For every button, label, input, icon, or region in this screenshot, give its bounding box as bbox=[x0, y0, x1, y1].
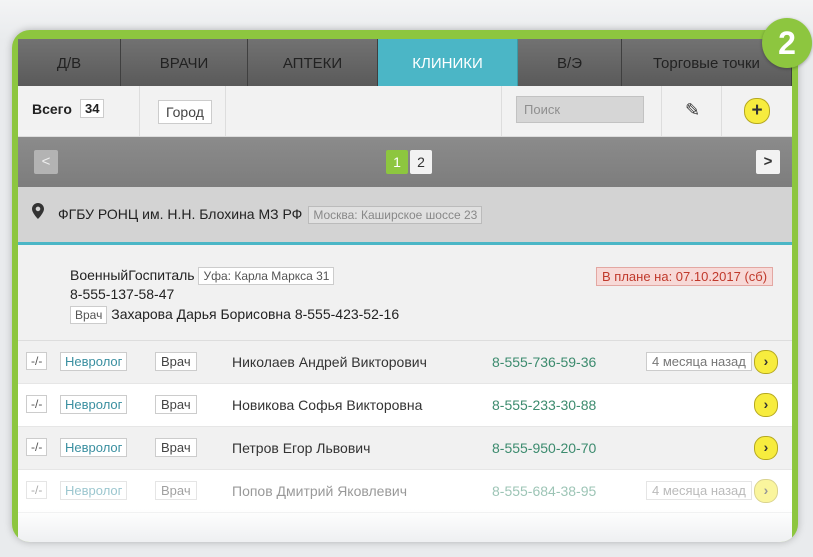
pencil-icon[interactable]: ✎ bbox=[685, 100, 700, 121]
pager: < 1 2 > bbox=[18, 137, 792, 187]
chevron-right-icon[interactable]: › bbox=[754, 479, 778, 503]
table-row[interactable]: -/- Невролог Врач Попов Дмитрий Яковлеви… bbox=[18, 470, 792, 513]
row-status: -/- bbox=[26, 438, 48, 456]
row-phone: 8-555-233-30-88 bbox=[492, 397, 597, 413]
row-phone: 8-555-736-59-36 bbox=[492, 354, 597, 370]
search-cell bbox=[502, 86, 662, 136]
row-name: Николаев Андрей Викторович bbox=[232, 354, 427, 370]
total-label: Всего bbox=[32, 101, 72, 117]
row-status: -/- bbox=[26, 395, 48, 413]
row-specialty: Невролог bbox=[60, 395, 128, 414]
clinic-header[interactable]: ФГБУ РОНЦ им. Н.Н. Блохина МЗ РФ Москва: … bbox=[18, 187, 792, 245]
row-name: Петров Егор Львович bbox=[232, 440, 371, 456]
city-cell: Город bbox=[140, 86, 226, 136]
page-1-button[interactable]: 1 bbox=[386, 150, 408, 174]
doctor-text: Захарова Дарья Борисовна 8-555-423-52-16 bbox=[111, 306, 400, 322]
row-name: Новикова Софья Викторовна bbox=[232, 397, 423, 413]
row-last-visit: 4 месяца назад bbox=[646, 481, 752, 500]
prev-page-button[interactable]: < bbox=[34, 150, 58, 174]
tab-ve[interactable]: В/Э bbox=[518, 39, 622, 86]
total-count: 34 bbox=[80, 99, 105, 118]
row-name: Попов Дмитрий Яковлевич bbox=[232, 483, 407, 499]
map-pin-icon bbox=[32, 203, 44, 219]
table-row[interactable]: -/- Невролог Врач Новикова Софья Викторо… bbox=[18, 384, 792, 427]
clinic-address: Москва: Каширское шоссе 23 bbox=[308, 206, 483, 224]
row-last-visit: 4 месяца назад bbox=[646, 352, 752, 371]
tab-doctors[interactable]: ВРАЧИ bbox=[121, 39, 248, 86]
row-phone: 8-555-950-20-70 bbox=[492, 440, 597, 456]
row-specialty: Невролог bbox=[60, 352, 128, 371]
sub-clinic-name: ВоенныйГоспиталь Уфа: Карла Маркса 31 bbox=[70, 267, 335, 285]
step-badge: 2 bbox=[762, 18, 812, 68]
sub-clinic-address: Уфа: Карла Маркса 31 bbox=[198, 267, 335, 285]
toolbar: Всего 34 Город ✎ + bbox=[18, 86, 792, 137]
sub-clinic-phone: 8-555-137-58-47 bbox=[70, 286, 175, 302]
sub-clinic-name-text: ВоенныйГоспиталь bbox=[70, 267, 195, 283]
toolbar-spacer bbox=[226, 86, 502, 136]
tab-pharmacies[interactable]: АПТЕКИ bbox=[248, 39, 378, 86]
edit-cell: ✎ bbox=[662, 86, 722, 136]
plan-badge: В плане на: 07.10.2017 (сб) bbox=[596, 267, 774, 286]
row-role: Врач bbox=[155, 395, 197, 414]
tab-dv[interactable]: Д/В bbox=[18, 39, 121, 86]
app-card: Д/В ВРАЧИ АПТЕКИ КЛИНИКИ В/Э Торговые то… bbox=[12, 30, 798, 542]
clinic-name: ФГБУ РОНЦ им. Н.Н. Блохина МЗ РФ Москва: … bbox=[58, 206, 483, 224]
tab-bar: Д/В ВРАЧИ АПТЕКИ КЛИНИКИ В/Э Торговые то… bbox=[18, 39, 792, 86]
page-2-button[interactable]: 2 bbox=[410, 150, 432, 174]
clinic-name-text: ФГБУ РОНЦ им. Н.Н. Блохина МЗ РФ bbox=[58, 206, 303, 222]
table-row[interactable]: -/- Невролог Врач Николаев Андрей Виктор… bbox=[18, 341, 792, 384]
total-counter: Всего 34 bbox=[18, 86, 140, 136]
sub-clinic-doctor: Врач Захарова Дарья Борисовна 8-555-423-… bbox=[70, 306, 399, 324]
row-role: Врач bbox=[155, 481, 197, 500]
app-panel: Д/В ВРАЧИ АПТЕКИ КЛИНИКИ В/Э Торговые то… bbox=[18, 39, 792, 542]
row-specialty: Невролог bbox=[60, 481, 128, 500]
doctor-role-tag: Врач bbox=[70, 306, 108, 324]
doctor-list: -/- Невролог Врач Николаев Андрей Виктор… bbox=[18, 341, 792, 513]
bottom-fade bbox=[18, 509, 792, 542]
chevron-right-icon[interactable]: › bbox=[754, 436, 778, 460]
sub-clinic: ВоенныйГоспиталь Уфа: Карла Маркса 31 8-… bbox=[18, 245, 792, 341]
tab-clinics[interactable]: КЛИНИКИ bbox=[378, 39, 518, 86]
row-status: -/- bbox=[26, 352, 48, 370]
table-row[interactable]: -/- Невролог Врач Петров Егор Львович 8-… bbox=[18, 427, 792, 470]
row-role: Врач bbox=[155, 352, 197, 371]
chevron-right-icon[interactable]: › bbox=[754, 350, 778, 374]
city-filter-button[interactable]: Город bbox=[158, 100, 212, 124]
chevron-right-icon[interactable]: › bbox=[754, 393, 778, 417]
add-icon[interactable]: + bbox=[744, 98, 770, 124]
row-phone: 8-555-684-38-95 bbox=[492, 483, 597, 499]
row-status: -/- bbox=[26, 481, 48, 499]
row-role: Врач bbox=[155, 438, 197, 457]
add-cell: + bbox=[722, 86, 792, 136]
next-page-button[interactable]: > bbox=[756, 150, 780, 174]
row-specialty: Невролог bbox=[60, 438, 128, 457]
search-input[interactable] bbox=[516, 96, 644, 123]
